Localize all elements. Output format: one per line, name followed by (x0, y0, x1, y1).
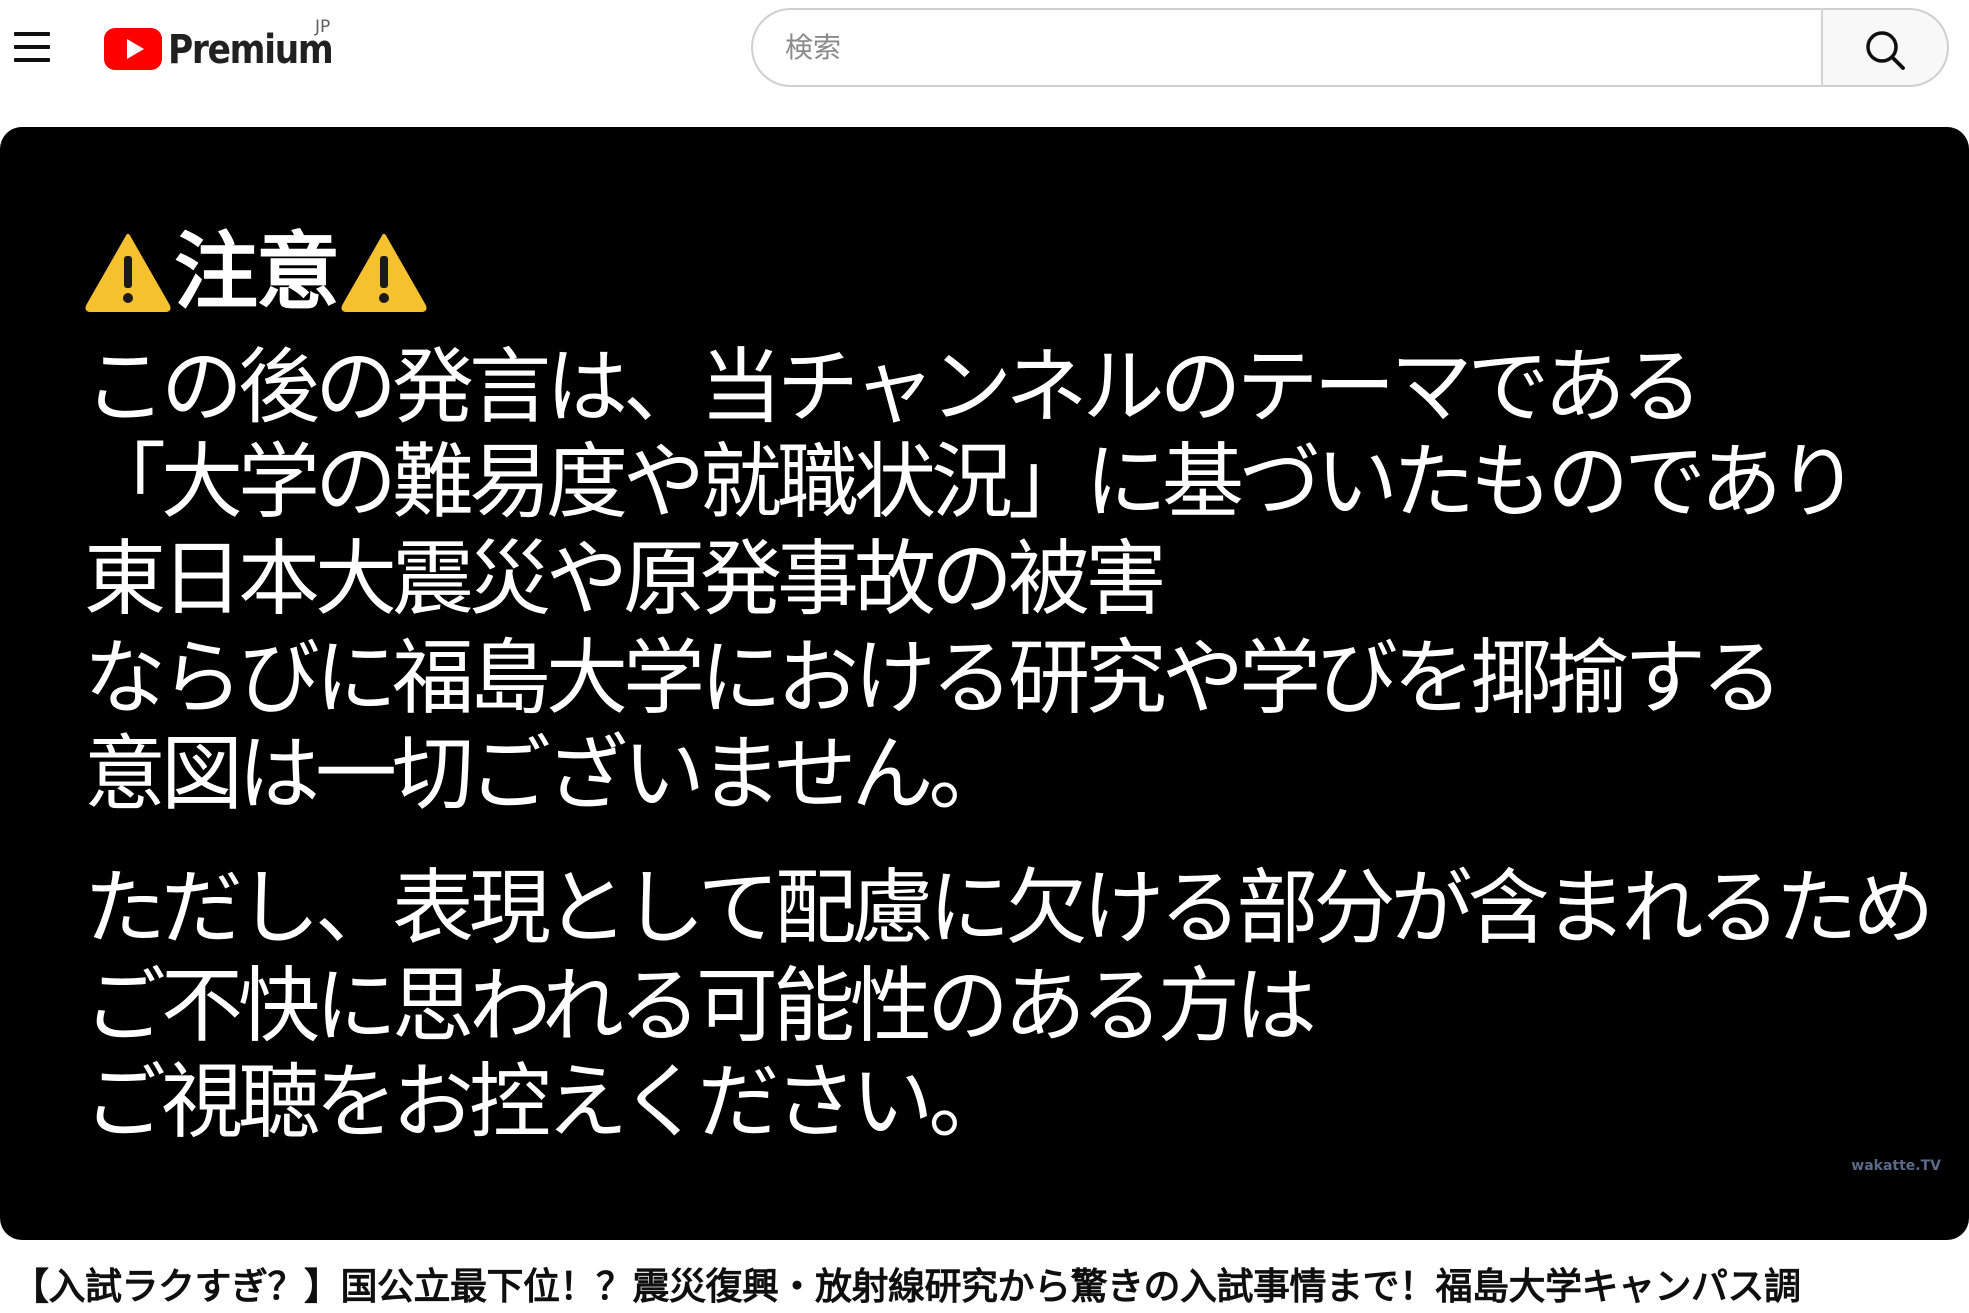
notice-line: ご不快に思われる可能性のある方は (84, 959, 1317, 1054)
masthead: Premium JP (0, 0, 1969, 100)
caution-title: 注意 (174, 223, 340, 321)
page: Premium JP 注意 この (0, 0, 1969, 1313)
notice-line: この後の発言は、当チャンネルのテーマである (84, 340, 1703, 435)
warning-triangle-icon (85, 234, 171, 312)
search-input[interactable] (753, 10, 1823, 85)
notice-line: 東日本大震災や原発事故の被害 (84, 532, 1167, 627)
logo-country-code: JP (315, 17, 331, 37)
warning-triangle-icon (341, 234, 427, 312)
search-button[interactable] (1821, 8, 1949, 87)
notice-line: ご視聴をお控えください。 (84, 1055, 1011, 1150)
notice-line: ならびに福島大学における研究や学びを揶揄する (84, 631, 1783, 726)
logo-text: Premium (168, 27, 334, 73)
notice-line: 「大学の難易度や就職状況」に基づいたものであり (84, 435, 1859, 530)
notice-line: ただし、表現として配慮に欠ける部分が含まれるため (84, 861, 1935, 956)
hamburger-menu-icon[interactable] (14, 32, 52, 62)
video-title: 【入試ラクすぎ？】国公立最下位！？震災復興・放射線研究から驚きの入試事情まで！福… (12, 1265, 1801, 1308)
notice-line: 意図は一切ございません。 (84, 727, 1011, 822)
youtube-premium-logo[interactable]: Premium JP (104, 17, 344, 73)
video-player[interactable]: 注意 この後の発言は、当チャンネルのテーマである 「大学の難易度や就職状況」に基… (0, 127, 1969, 1240)
caution-heading: 注意 (84, 222, 428, 322)
search-icon (1866, 31, 1905, 70)
youtube-play-icon (104, 28, 162, 70)
search-box (751, 8, 1823, 87)
channel-watermark: wakatte.TV (1851, 1158, 1941, 1174)
